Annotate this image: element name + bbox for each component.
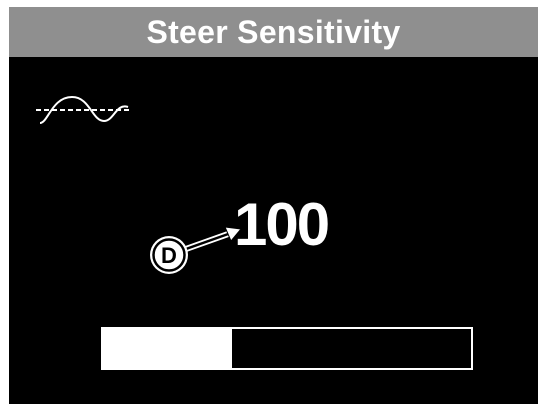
progress-fill <box>103 329 232 368</box>
callout-label: D <box>161 243 177 268</box>
sine-wave-icon <box>36 95 130 124</box>
callout-d: D <box>150 226 242 274</box>
sensitivity-progress-bar <box>101 327 473 370</box>
title-bar: Steer Sensitivity <box>9 7 538 57</box>
screen-title: Steer Sensitivity <box>146 13 401 50</box>
display-screen: Steer Sensitivity 100 D <box>9 7 538 404</box>
